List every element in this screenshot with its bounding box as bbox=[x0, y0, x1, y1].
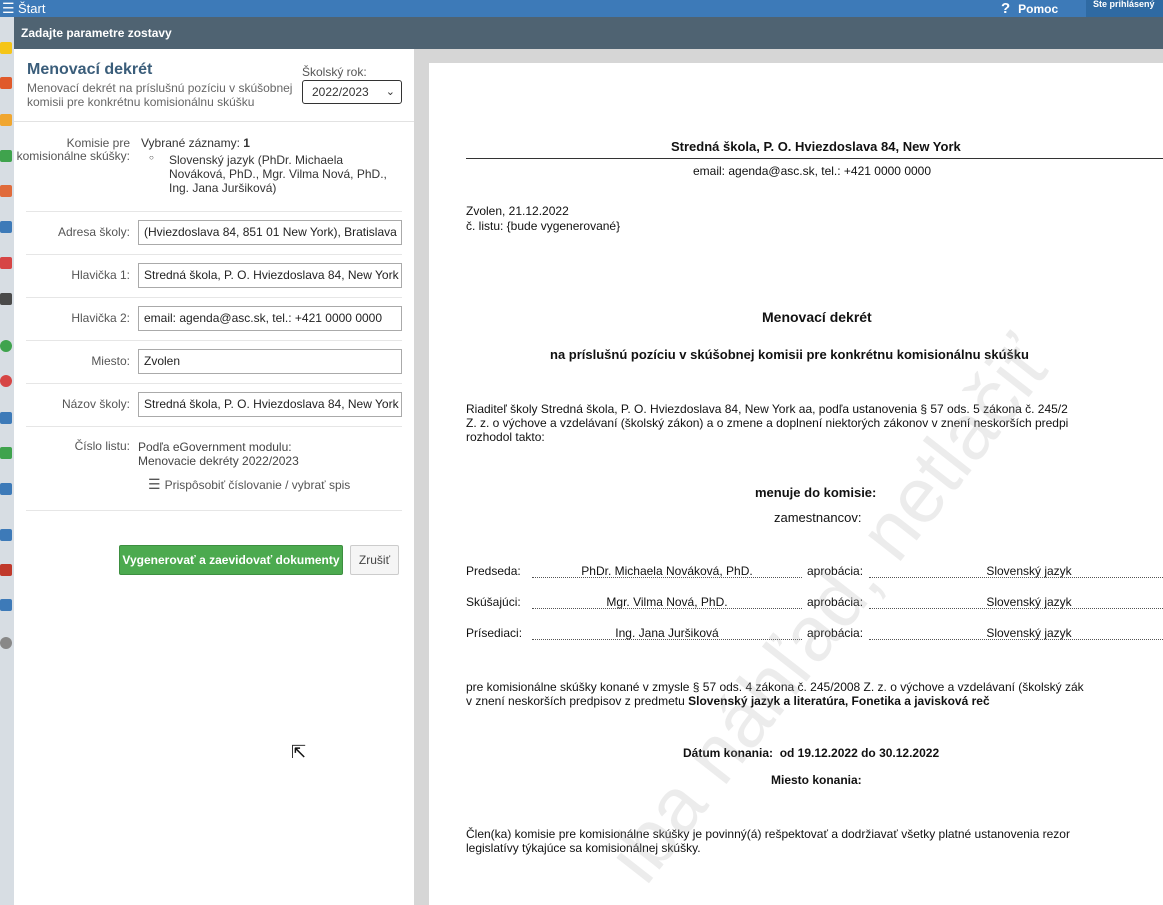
doc-duty-text: Člen(ka) komisie pre komisionálne skúšky… bbox=[466, 827, 1163, 855]
divider bbox=[26, 340, 402, 341]
chart-icon[interactable] bbox=[0, 483, 12, 495]
header-divider bbox=[466, 158, 1163, 159]
mail-icon[interactable] bbox=[0, 114, 12, 126]
address-input[interactable]: (Hviezdoslava 84, 851 01 New York), Brat… bbox=[138, 220, 402, 245]
selected-records[interactable]: Vybrané záznamy: 1 bbox=[141, 136, 250, 150]
divider bbox=[26, 297, 402, 298]
sliders-icon: ☰ bbox=[148, 476, 161, 492]
form-title: Menovací dekrét bbox=[27, 61, 153, 78]
doc-letter-number: č. listu: {bude vygenerované} bbox=[466, 219, 621, 233]
form-subtitle: Menovací dekrét na príslušnú pozíciu v s… bbox=[27, 81, 293, 109]
place-label: Miesto: bbox=[91, 354, 130, 368]
numbering-source: Podľa eGovernment modulu: bbox=[138, 440, 292, 454]
doc-duty-line-1: Člen(ka) komisie pre komisionálne skúšky… bbox=[466, 827, 1070, 841]
doc-duty-line-2: legislatívy týkajúce sa komisionálnej sk… bbox=[466, 841, 701, 855]
member-name: PhDr. Michaela Nováková, PhD. bbox=[532, 564, 802, 578]
member-name: Mgr. Vilma Nová, PhD. bbox=[532, 595, 802, 609]
star-icon[interactable] bbox=[0, 42, 12, 54]
divider bbox=[26, 383, 402, 384]
check-icon[interactable] bbox=[0, 340, 12, 352]
doc-title: Menovací dekrét bbox=[762, 309, 872, 325]
divider bbox=[26, 426, 402, 427]
commission-label: Komisie pre komisionálne skúšky: bbox=[16, 136, 130, 163]
generate-documents-button[interactable]: Vygenerovať a zaevidovať dokumenty bbox=[119, 545, 343, 575]
shield-icon[interactable] bbox=[0, 447, 12, 459]
member-approb: Slovenský jazyk bbox=[869, 595, 1163, 609]
school-year-select[interactable]: 2022/2023 ⌄ bbox=[302, 80, 402, 104]
header2-label: Hlavička 2: bbox=[71, 311, 130, 325]
dialog-title: Zadajte parametre zostavy bbox=[14, 17, 1163, 49]
address-label: Adresa školy: bbox=[57, 225, 130, 239]
doc-intro-line-3: rozhodol takto: bbox=[466, 430, 545, 444]
help-label: Pomoc bbox=[1018, 2, 1059, 16]
top-navigation-bar: ☰ Štart ? Pomoc Ste prihlásený bbox=[0, 0, 1163, 17]
grid-icon[interactable] bbox=[0, 221, 12, 233]
school-icon[interactable] bbox=[0, 529, 12, 541]
doc-intro: Riaditeľ školy Stredná škola, P. O. Hvie… bbox=[466, 402, 1163, 444]
header1-input[interactable]: Stredná škola, P. O. Hviezdoslava 84, Ne… bbox=[138, 263, 402, 288]
doc-intro-line-1: Riaditeľ školy Stredná škola, P. O. Hvie… bbox=[466, 402, 1068, 416]
school-year-value: 2022/2023 bbox=[312, 85, 369, 99]
divider bbox=[26, 211, 402, 212]
selected-count: 1 bbox=[243, 136, 250, 150]
help-link[interactable]: ? Pomoc bbox=[1001, 0, 1058, 18]
form-header: Menovací dekrét Menovací dekrét na prísl… bbox=[14, 49, 414, 122]
member-approb: Slovenský jazyk bbox=[869, 626, 1163, 640]
tools-icon[interactable] bbox=[0, 599, 12, 611]
doc-date-value: od 19.12.2022 do 30.12.2022 bbox=[779, 746, 940, 760]
doc-subtitle: na príslušnú pozíciu v skúšobnej komisii… bbox=[550, 347, 1029, 362]
customize-label: Prispôsobiť číslovanie / vybrať spis bbox=[164, 478, 351, 492]
school-name-input[interactable]: Stredná škola, P. O. Hviezdoslava 84, Ne… bbox=[138, 392, 402, 417]
gear-icon[interactable] bbox=[0, 637, 12, 649]
question-icon: ? bbox=[1001, 0, 1011, 17]
calendar-icon[interactable] bbox=[0, 185, 12, 197]
doc-place-date: Zvolen, 21.12.2022 bbox=[466, 204, 569, 218]
schedule-icon[interactable] bbox=[0, 293, 12, 305]
doc-exam-prefix: v znení neskorších predpisov z predmetu bbox=[466, 694, 689, 708]
numbering-register: Menovacie dekréty 2022/2023 bbox=[138, 454, 299, 468]
bullet-icon: ○ bbox=[149, 153, 154, 162]
selected-commission-item: Slovenský jazyk (PhDr. Michaela Nováková… bbox=[169, 153, 387, 195]
doc-exam-place-label: Miesto konania: bbox=[771, 773, 862, 787]
report-parameters-form: Menovací dekrét Menovací dekrét na prísl… bbox=[14, 49, 414, 905]
letter-number-info: Podľa eGovernment modulu: Menovacie dekr… bbox=[138, 440, 299, 468]
app-side-toolbar bbox=[0, 17, 14, 905]
school-name-label: Názov školy: bbox=[61, 397, 130, 411]
chevron-down-icon: ⌄ bbox=[385, 86, 395, 98]
divider bbox=[26, 510, 402, 511]
users-icon[interactable] bbox=[0, 564, 12, 576]
mouse-pointer-icon: ⇱ bbox=[291, 742, 307, 762]
customize-numbering-link[interactable]: ☰ Prispôsobiť číslovanie / vybrať spis bbox=[148, 476, 350, 493]
login-status[interactable]: Ste prihlásený bbox=[1086, 0, 1163, 17]
home-icon[interactable] bbox=[0, 150, 12, 162]
cancel-button[interactable]: Zrušiť bbox=[350, 545, 399, 575]
widget-icon[interactable] bbox=[0, 77, 12, 89]
preview-page: Stredná škola, P. O. Hviezdoslava 84, Ne… bbox=[429, 63, 1163, 905]
book-icon[interactable] bbox=[0, 412, 12, 424]
member-role: Skúšajúci: bbox=[466, 595, 521, 609]
user-icon[interactable] bbox=[0, 257, 12, 269]
start-link[interactable]: Štart bbox=[18, 0, 45, 17]
letter-number-label: Číslo listu: bbox=[74, 439, 130, 453]
selected-prefix: Vybrané záznamy: bbox=[141, 136, 240, 150]
hamburger-icon[interactable]: ☰ bbox=[2, 0, 15, 17]
cancel-circle-icon[interactable] bbox=[0, 375, 12, 387]
place-input[interactable]: Zvolen bbox=[138, 349, 402, 374]
document-preview[interactable]: Stredná škola, P. O. Hviezdoslava 84, Ne… bbox=[414, 49, 1163, 905]
doc-contact-header: email: agenda@asc.sk, tel.: +421 0000 00… bbox=[693, 164, 932, 178]
doc-intro-line-2: Z. z. o výchove a vzdelávaní (školský zá… bbox=[466, 416, 1069, 430]
school-year-label: Školský rok: bbox=[302, 65, 367, 79]
member-role: Predseda: bbox=[466, 564, 521, 578]
doc-school-header: Stredná škola, P. O. Hviezdoslava 84, Ne… bbox=[671, 139, 961, 154]
header2-input[interactable]: email: agenda@asc.sk, tel.: +421 0000 00… bbox=[138, 306, 402, 331]
member-role: Prísediaci: bbox=[466, 626, 523, 640]
divider bbox=[26, 254, 402, 255]
header1-label: Hlavička 1: bbox=[71, 268, 130, 282]
